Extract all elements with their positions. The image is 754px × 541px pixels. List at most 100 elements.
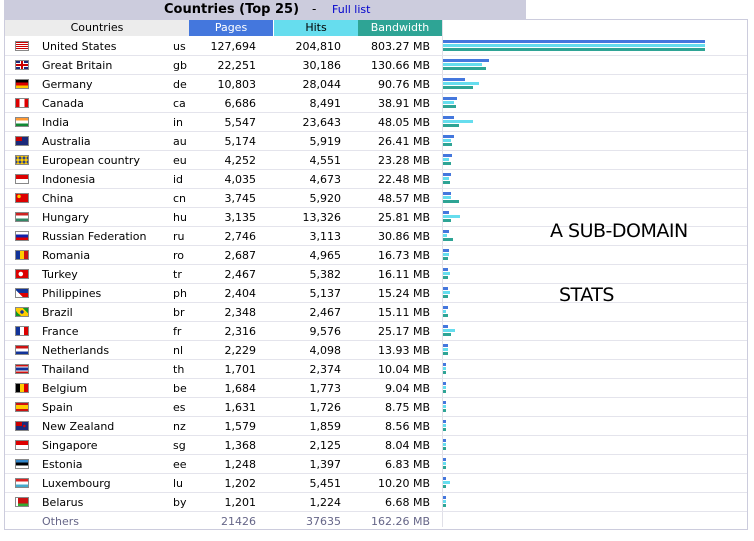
pages-value: 1,202	[224, 477, 257, 490]
country-name: Great Britain	[42, 59, 113, 72]
hits-value: 2,467	[309, 306, 342, 319]
bandwidth-value: 16.73 MB	[377, 249, 430, 262]
pages-value: 1,248	[224, 458, 257, 471]
page-title: Countries (Top 25)	[164, 2, 300, 17]
pages-value: 2,229	[224, 344, 257, 357]
hits-value: 30,186	[302, 59, 342, 72]
flag-nz-icon	[15, 421, 29, 431]
hits-bar	[443, 215, 460, 218]
pages-bar	[443, 287, 448, 290]
bandwidth-bar	[443, 124, 459, 127]
pages-bar	[443, 325, 448, 328]
bandwidth-bar	[443, 466, 446, 469]
table-row: United States us 127,694 204,810 803.27 MB	[5, 37, 747, 56]
bandwidth-bar	[443, 371, 446, 374]
pages-value: 2,467	[224, 268, 257, 281]
flag-in-icon	[15, 117, 29, 127]
table-row: European country eu 4,252 4,551 23.28 MB	[5, 151, 747, 170]
hits-bar	[443, 139, 451, 142]
flag-gb-icon	[15, 60, 29, 70]
country-code: br	[173, 306, 185, 319]
pages-bar	[443, 154, 452, 157]
pages-bar	[443, 78, 465, 81]
pages-bar	[443, 116, 454, 119]
bandwidth-bar	[443, 105, 456, 108]
bandwidth-bar	[443, 352, 448, 355]
table-row: Thailand th 1,701 2,374 10.04 MB	[5, 360, 747, 379]
bandwidth-value: 15.11 MB	[377, 306, 430, 319]
hits-value: 4,098	[309, 344, 342, 357]
country-code: lu	[173, 477, 184, 490]
pages-bar	[443, 211, 449, 214]
pages-bar	[443, 363, 446, 366]
country-name: Luxembourg	[42, 477, 111, 490]
hits-bar	[443, 158, 449, 161]
table-row: China cn 3,745 5,920 48.57 MB	[5, 189, 747, 208]
flag-ca-icon	[15, 98, 29, 108]
hits-value: 2,125	[309, 439, 342, 452]
bandwidth-bar	[443, 238, 453, 241]
country-name: Canada	[42, 97, 84, 110]
hits-value: 1,726	[309, 401, 342, 414]
table-row: Turkey tr 2,467 5,382 16.11 MB	[5, 265, 747, 284]
pages-bar	[443, 97, 457, 100]
bandwidth-bar	[443, 143, 452, 146]
hits-bar	[443, 424, 446, 427]
others-hits: 37635	[306, 515, 341, 528]
bandwidth-bar	[443, 314, 448, 317]
hits-value: 5,382	[309, 268, 342, 281]
bandwidth-value: 38.91 MB	[377, 97, 430, 110]
pages-bar	[443, 344, 448, 347]
country-name: China	[42, 192, 74, 205]
column-header-hits: Hits	[274, 20, 358, 36]
bandwidth-value: 130.66 MB	[370, 59, 430, 72]
table-row: Luxembourg lu 1,202 5,451 10.20 MB	[5, 474, 747, 493]
bandwidth-value: 23.28 MB	[377, 154, 430, 167]
pages-value: 1,201	[224, 496, 257, 509]
pages-value: 5,547	[224, 116, 257, 129]
others-bandwidth: 162.26 MB	[370, 515, 430, 528]
table-row: Singapore sg 1,368 2,125 8.04 MB	[5, 436, 747, 455]
hits-bar	[443, 82, 479, 85]
full-list-link[interactable]: Full list	[332, 3, 370, 16]
country-code: cn	[173, 192, 187, 205]
pages-value: 10,803	[217, 78, 257, 91]
hits-bar	[443, 348, 448, 351]
hits-bar	[443, 101, 454, 104]
annotation-line-2: STATS	[559, 284, 614, 306]
country-code: id	[173, 173, 184, 186]
bandwidth-value: 8.75 MB	[384, 401, 430, 414]
hits-value: 3,113	[309, 230, 342, 243]
flag-be-icon	[15, 383, 29, 393]
pages-bar	[443, 458, 446, 461]
country-name: Estonia	[42, 458, 83, 471]
pages-bar	[443, 173, 451, 176]
hits-value: 4,965	[309, 249, 342, 262]
table-row: Netherlands nl 2,229 4,098 13.93 MB	[5, 341, 747, 360]
pages-value: 2,404	[224, 287, 257, 300]
pages-value: 1,368	[224, 439, 257, 452]
country-code: ee	[173, 458, 187, 471]
country-code: by	[173, 496, 187, 509]
hits-bar	[443, 310, 446, 313]
hits-bar	[443, 367, 446, 370]
flag-de-icon	[15, 79, 29, 89]
table-row: Romania ro 2,687 4,965 16.73 MB	[5, 246, 747, 265]
hits-value: 5,920	[309, 192, 342, 205]
bandwidth-value: 8.04 MB	[384, 439, 430, 452]
table-row: Estonia ee 1,248 1,397 6.83 MB	[5, 455, 747, 474]
hits-bar	[443, 329, 455, 332]
bandwidth-value: 10.04 MB	[377, 363, 430, 376]
hits-bar	[443, 120, 473, 123]
hits-value: 5,137	[309, 287, 342, 300]
country-name: France	[42, 325, 79, 338]
bandwidth-bar	[443, 295, 448, 298]
bandwidth-bar	[443, 67, 486, 70]
bandwidth-bar	[443, 162, 451, 165]
pages-bar	[443, 40, 705, 43]
country-code: ru	[173, 230, 185, 243]
hits-value: 2,374	[309, 363, 342, 376]
bandwidth-bar	[443, 48, 705, 51]
country-name: Thailand	[42, 363, 90, 376]
pages-value: 3,135	[224, 211, 257, 224]
